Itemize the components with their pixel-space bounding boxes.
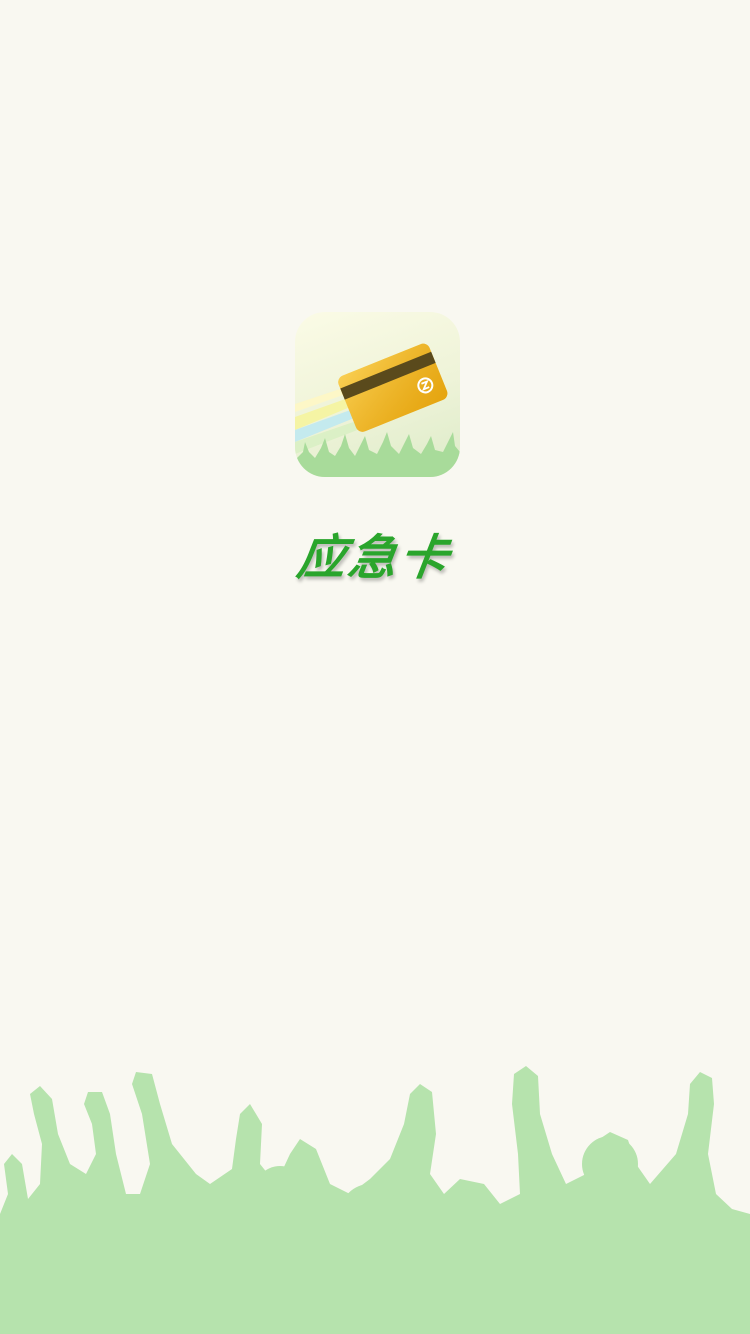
app-title: 应急卡 xyxy=(293,530,455,586)
app-card-icon xyxy=(295,312,460,477)
crowd-silhouette-icon xyxy=(0,1066,750,1334)
splash-screen: 应急卡 xyxy=(0,0,750,1334)
